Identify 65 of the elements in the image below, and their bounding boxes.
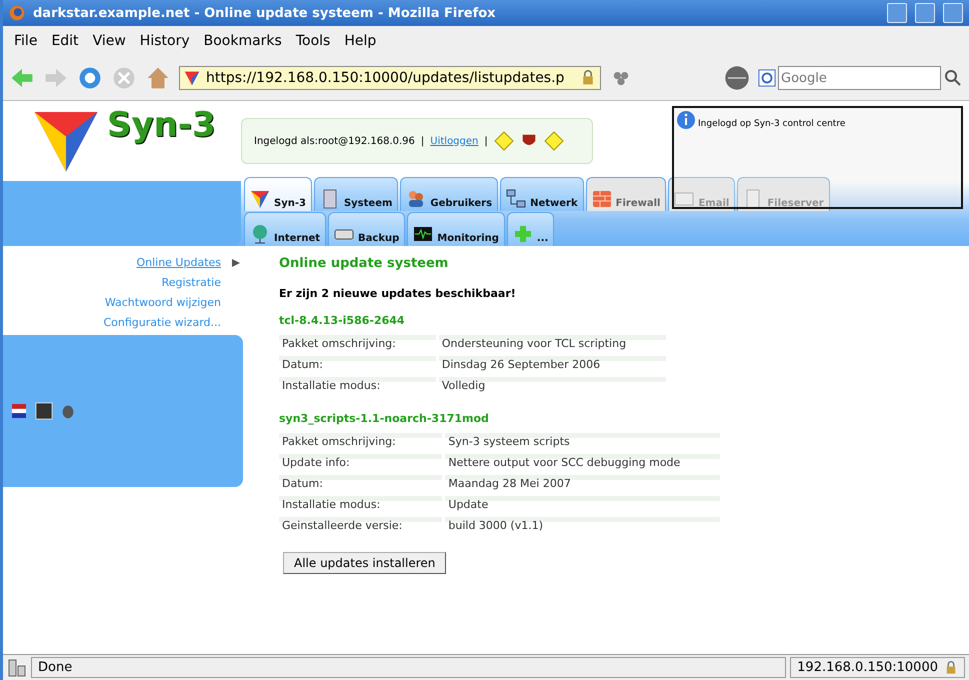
package-name: syn3_scripts-1.1-noarch-3171mod: [279, 412, 489, 425]
maximize-button[interactable]: [915, 3, 935, 23]
nav-tab[interactable]: Internet: [244, 212, 326, 246]
triangle-logo-icon: [250, 189, 270, 209]
terminal-icon: [35, 402, 53, 420]
url-field[interactable]: https://192.168.0.150:10000/updates/listupdates.p: [179, 66, 601, 90]
nav-tab[interactable]: ...: [506, 212, 554, 246]
search-field[interactable]: Google: [778, 66, 941, 90]
status-text: Done: [31, 657, 786, 678]
menu-item[interactable]: Tools: [290, 31, 336, 51]
nav-tab[interactable]: Systeem: [314, 177, 398, 211]
nav-tab[interactable]: Firewall: [586, 177, 666, 211]
summary-text: Er zijn 2 nieuwe updates beschikbaar!: [279, 287, 516, 300]
menu-item[interactable]: View: [88, 31, 131, 51]
padlock-icon: [944, 660, 958, 674]
field-label: Pakket omschrijving:: [279, 433, 442, 450]
pulse-monitor-icon: [413, 224, 434, 244]
nav-tab[interactable]: Gebruikers: [400, 177, 498, 211]
login-text: Ingelogd als:root@192.168.0.96: [254, 136, 415, 146]
connection-icon: [7, 658, 27, 678]
menu-item[interactable]: History: [134, 31, 195, 51]
reload-icon: [77, 65, 103, 91]
field-value: Volledig: [438, 377, 666, 394]
plus-icon: [512, 224, 533, 244]
page-title: Online update systeem: [279, 256, 448, 271]
menu-item[interactable]: File: [9, 31, 42, 51]
arrow-icon: [231, 258, 241, 268]
info-icon: [676, 110, 696, 130]
triangle-logo-icon: [184, 70, 200, 86]
close-button[interactable]: [943, 3, 963, 23]
install-button[interactable]: Alle updates installeren: [283, 552, 446, 574]
separator-text: |: [484, 136, 488, 146]
window-title: darkstar.example.net - Online update systeem - Mozilla Firefox: [33, 6, 497, 20]
padlock-icon: [580, 70, 596, 86]
status-host: 192.168.0.150:10000: [790, 657, 965, 678]
nav-tab[interactable]: Monitoring: [407, 212, 505, 246]
flag-icon: [9, 404, 29, 418]
minimize-button[interactable]: [887, 3, 907, 23]
network-icon: [506, 189, 526, 209]
field-value: Syn-3 systeem scripts: [445, 433, 720, 450]
menu-item[interactable]: Bookmarks: [198, 31, 287, 51]
menu-item[interactable]: Edit: [46, 31, 84, 51]
brick-wall-icon: [592, 189, 612, 209]
field-label: Update info:: [279, 454, 442, 471]
package-name: tcl-8.4.13-i586-2644: [279, 314, 405, 327]
warning-icon: [494, 131, 514, 151]
nav-tab[interactable]: Syn-3: [244, 177, 312, 211]
home-icon: [145, 65, 171, 91]
search-icon: [943, 68, 963, 88]
nav-tab[interactable]: Netwerk: [500, 177, 584, 211]
stop-icon: [111, 65, 137, 91]
field-value: Dinsdag 26 September 2006: [438, 356, 666, 373]
menu-item[interactable]: Help: [339, 31, 382, 51]
field-value: Ondersteuning voor TCL scripting: [438, 335, 666, 352]
firefox-icon: [9, 5, 25, 21]
logout-link[interactable]: Uitloggen: [430, 136, 478, 146]
separator-text: |: [420, 136, 424, 146]
nav-tab[interactable]: Backup: [328, 212, 406, 246]
logo-text: Syn-3: [107, 105, 216, 145]
field-value: Update: [445, 496, 720, 513]
field-value: Maandag 28 Mei 2007: [445, 475, 720, 492]
field-value: Nettere output voor SCC debugging mode: [445, 454, 720, 471]
tooltip-text: Ingelogd op Syn-3 control centre: [698, 119, 846, 129]
field-label: Pakket omschrijving:: [279, 335, 436, 352]
warning-icon: [544, 131, 564, 151]
